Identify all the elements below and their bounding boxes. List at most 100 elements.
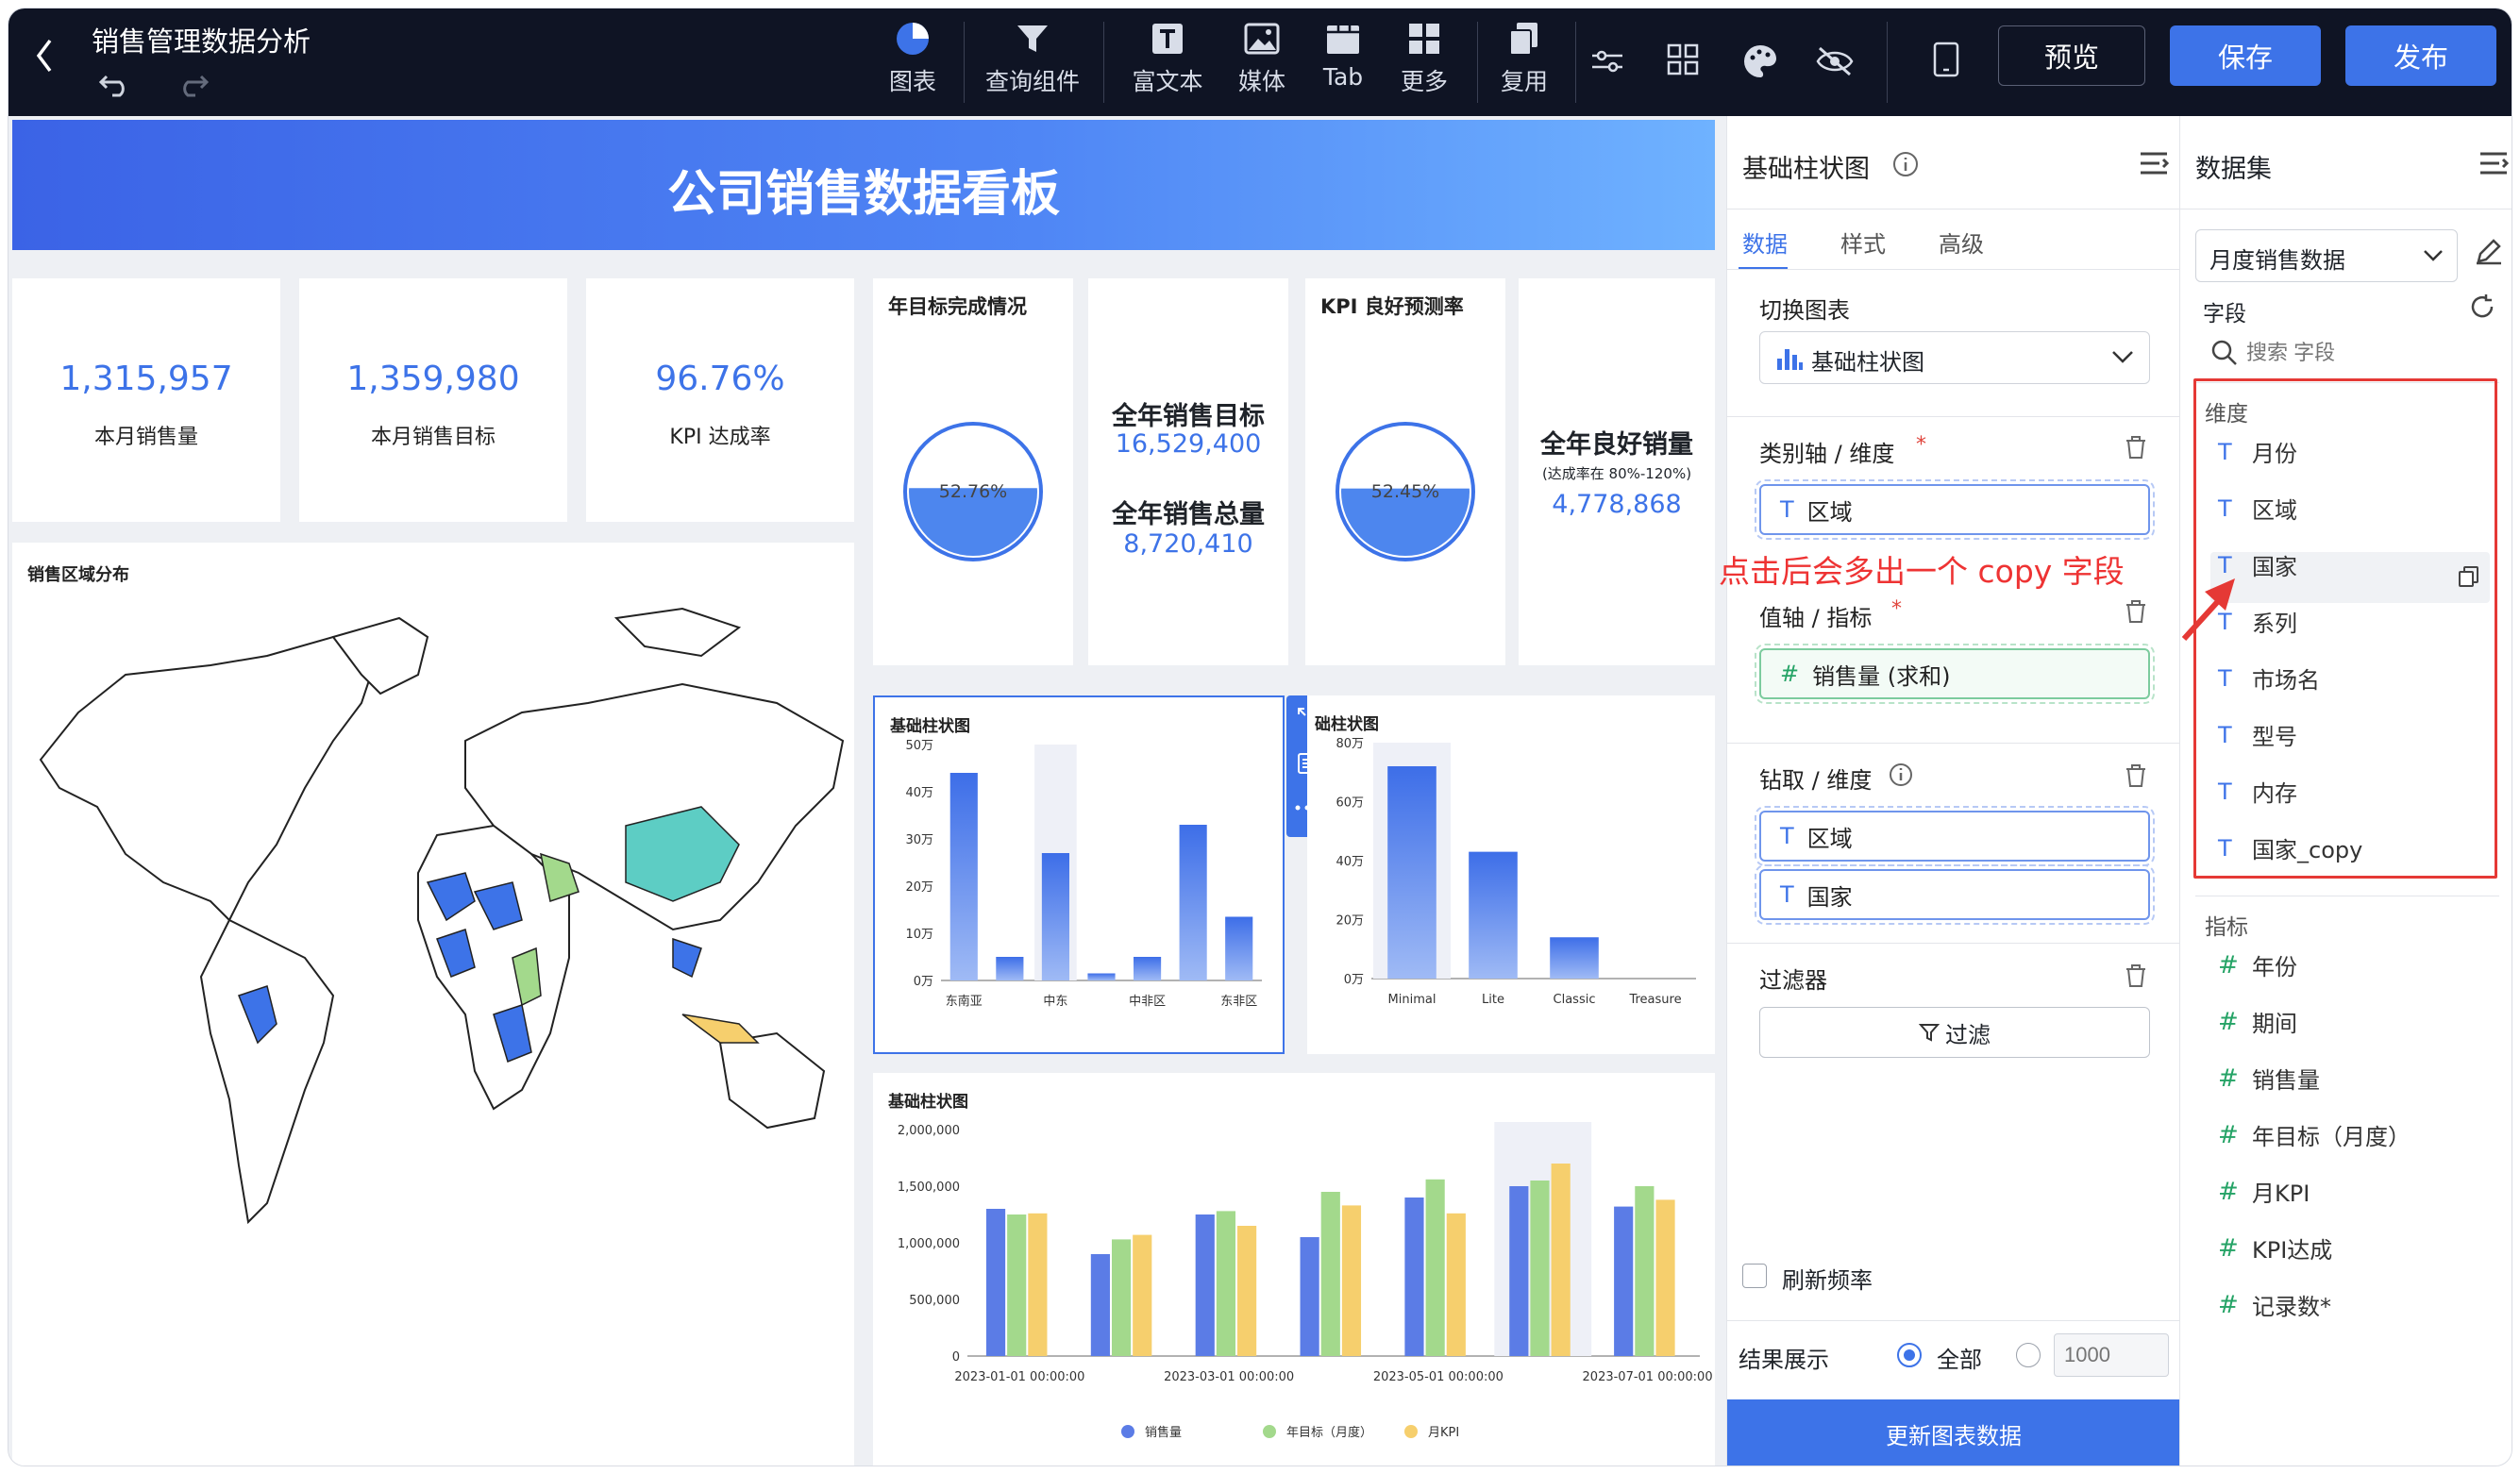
- result-limit-input[interactable]: [2054, 1333, 2169, 1377]
- bar: [1614, 1206, 1634, 1356]
- measure-field-item[interactable]: # 年份: [2218, 948, 2297, 981]
- kpi-value: 1,359,980: [346, 360, 520, 398]
- tool-reuse[interactable]: 复用: [1485, 18, 1564, 112]
- bar-chart-monthly[interactable]: 基础柱状图 2,000,000 1,500,000 1,000,000 500,000…: [873, 1073, 1715, 1466]
- measure-field-item[interactable]: # 销售量: [2218, 1062, 2320, 1095]
- measure-field-item[interactable]: # 年目标（月度）: [2218, 1118, 2411, 1151]
- rich-text-icon: [1152, 24, 1183, 54]
- trash-icon[interactable]: [2125, 435, 2147, 460]
- filter-button[interactable]: 过滤: [1759, 1007, 2150, 1058]
- info-icon[interactable]: [1888, 762, 1914, 788]
- field-search-input[interactable]: [2246, 337, 2492, 369]
- bar-chart-region-plot: 50万 40万 30万 20万 10万 0万东南亚 中东 中非区 东非区: [905, 739, 1262, 1009]
- good-sales-card[interactable]: 全年良好销量 (达成率在 80%-120%) 4,778,868: [1519, 278, 1715, 665]
- bar: [1195, 1214, 1215, 1356]
- update-chart-button[interactable]: 更新图表数据: [1727, 1399, 2180, 1466]
- chart-config-panel: 基础柱状图 数据 样式 高级 切换图表 基础柱状图 类别轴 / 维度 * T 区域…: [1726, 116, 2180, 1466]
- menu-collapse-icon[interactable]: [2139, 150, 2169, 176]
- preview-button[interactable]: 预览: [1998, 25, 2145, 86]
- y-tick-label: 40万: [905, 786, 933, 800]
- refresh-icon[interactable]: [2469, 293, 2495, 320]
- axis-field-chip[interactable]: T 区域: [1755, 479, 2155, 540]
- x-tick-label: 2023-07-01 00:00:00: [1583, 1370, 1713, 1384]
- card-title: 年目标完成情况: [888, 295, 1027, 318]
- trash-icon[interactable]: [2125, 763, 2147, 788]
- result-all-label: 全部: [1937, 1347, 1982, 1373]
- bar: [1237, 1226, 1257, 1356]
- tool-more[interactable]: 更多: [1385, 18, 1464, 112]
- y-tick-label: 2,000,000: [898, 1124, 960, 1138]
- measure-field-item[interactable]: # 记录数*: [2218, 1288, 2331, 1321]
- tool-tab[interactable]: Tab: [1303, 18, 1383, 112]
- tab-data[interactable]: 数据: [1742, 226, 1788, 259]
- x-tick-label: Classic: [1554, 993, 1596, 1007]
- mobile-icon[interactable]: [1932, 41, 1960, 78]
- info-icon[interactable]: [1891, 150, 1920, 178]
- kpi-forecast-card[interactable]: KPI 良好预测率 52.45%: [1305, 278, 1505, 665]
- result-label: 结果展示: [1739, 1347, 1829, 1373]
- result-limit-radio[interactable]: [2016, 1343, 2041, 1367]
- eye-off-icon[interactable]: [1815, 44, 1855, 78]
- back-icon[interactable]: [33, 37, 56, 75]
- kpi-card-month-sales[interactable]: 1,315,957 本月销售量: [12, 278, 280, 522]
- result-all-radio[interactable]: [1897, 1343, 1922, 1367]
- dataset-select[interactable]: 月度销售数据: [2195, 229, 2458, 282]
- tool-label: 复用: [1500, 68, 1548, 95]
- edit-icon[interactable]: [2475, 237, 2503, 265]
- palette-icon[interactable]: [1741, 42, 1779, 78]
- tab-advanced[interactable]: 高级: [1939, 226, 1984, 259]
- save-button[interactable]: 保存: [2170, 25, 2321, 86]
- measure-field-item[interactable]: # 月KPI: [2218, 1175, 2310, 1208]
- map-card[interactable]: 销售区域分布: [12, 543, 854, 1466]
- field-name: 期间: [2252, 1011, 2297, 1037]
- field-text: 区域: [1806, 498, 1853, 526]
- measure-label: 指标: [2205, 915, 2248, 940]
- measure-field-item[interactable]: # KPI达成: [2218, 1231, 2332, 1265]
- chart-title: 基础柱状图: [888, 1093, 968, 1112]
- x-tick-label: Lite: [1482, 993, 1504, 1007]
- field-name: 年目标（月度）: [2252, 1124, 2411, 1150]
- kpi-value: 1,315,957: [59, 360, 233, 398]
- publish-button[interactable]: 发布: [2345, 25, 2496, 86]
- dataset-title: 数据集: [2195, 155, 2272, 184]
- trash-icon[interactable]: [2125, 599, 2147, 624]
- chart-type-select[interactable]: 基础柱状图: [1759, 331, 2150, 384]
- value-field-chip[interactable]: # 销售量 (求和): [1755, 644, 2155, 704]
- good-value: 4,778,868: [1552, 490, 1682, 519]
- funnel-icon: [1017, 25, 1048, 52]
- trash-icon[interactable]: [2125, 963, 2147, 988]
- menu-collapse-icon[interactable]: [2478, 150, 2509, 176]
- settings-sliders-icon[interactable]: [1590, 44, 1624, 78]
- layout-icon[interactable]: [1666, 42, 1700, 78]
- number-type-icon: #: [2218, 1177, 2239, 1206]
- divider: [1477, 22, 1478, 103]
- chart-title: 基础柱状图: [890, 717, 970, 736]
- good-label: 全年良好销量: [1540, 430, 1693, 460]
- bar-chart-region[interactable]: 基础柱状图 50万 40万 30万 20万 10万 0万 东南亚 中东 中非区 东非区: [873, 695, 1285, 1054]
- measure-field-item[interactable]: # 期间: [2218, 1005, 2297, 1038]
- page-title: 销售管理数据分析: [92, 25, 311, 58]
- tool-media[interactable]: 媒体: [1222, 18, 1302, 112]
- bar: [1425, 1179, 1445, 1356]
- drill-field-chip[interactable]: T 区域: [1755, 806, 2155, 866]
- tool-query[interactable]: 查询组件: [981, 18, 1084, 112]
- goal-text-card[interactable]: 全年销售目标 16,529,400 全年销售总量 8,720,410: [1088, 278, 1288, 665]
- tab-style[interactable]: 样式: [1840, 226, 1886, 259]
- legend-marker: [1404, 1425, 1418, 1438]
- goal-card[interactable]: 年目标完成情况 52.76%: [873, 278, 1073, 665]
- required-mark: *: [1891, 597, 1902, 621]
- bar: [1216, 1211, 1236, 1356]
- bar: [1225, 916, 1253, 980]
- kpi-card-month-target[interactable]: 1,359,980 本月销售目标: [299, 278, 567, 522]
- tool-chart[interactable]: 图表: [873, 18, 952, 112]
- kpi-card-kpi-rate[interactable]: 96.76% KPI 达成率: [586, 278, 854, 522]
- field-text: 销售量 (求和): [1812, 662, 1951, 690]
- refresh-checkbox[interactable]: [1742, 1264, 1767, 1288]
- bar-chart-model[interactable]: 础柱状图 80万 60万 40万 20万 0万 Minimal Lite Classic Tre…: [1307, 695, 1715, 1054]
- search-icon: [2211, 340, 2237, 365]
- redo-icon[interactable]: [175, 65, 209, 97]
- drill-field-chip[interactable]: T 国家: [1755, 864, 2155, 925]
- tool-rich-text[interactable]: 富文本: [1122, 18, 1213, 112]
- undo-icon[interactable]: [99, 65, 133, 97]
- chart-title: 础柱状图: [1315, 715, 1379, 734]
